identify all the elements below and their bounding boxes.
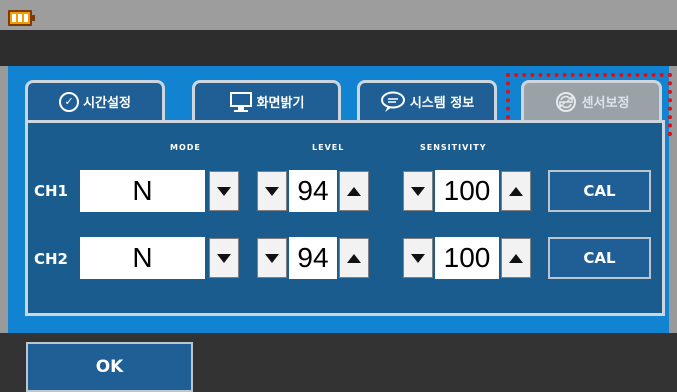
level-up-button[interactable] bbox=[339, 238, 369, 278]
chevron-down-icon bbox=[265, 186, 279, 196]
monitor-icon bbox=[229, 91, 252, 112]
calibration-panel bbox=[25, 120, 665, 316]
level-value: 94 bbox=[289, 170, 337, 212]
level-down-button[interactable] bbox=[257, 171, 287, 211]
tab-time-settings[interactable]: ✓ 시간설정 bbox=[25, 80, 165, 120]
sensitivity-value: 100 bbox=[435, 237, 499, 279]
chevron-down-icon bbox=[265, 253, 279, 263]
level-up-button[interactable] bbox=[339, 171, 369, 211]
tab-screen-brightness[interactable]: 화면밝기 bbox=[192, 80, 341, 120]
chevron-down-icon bbox=[217, 253, 231, 263]
chevron-down-icon bbox=[217, 186, 231, 196]
column-header-sensitivity: SENSITIVITY bbox=[420, 143, 487, 152]
chevron-up-icon bbox=[509, 253, 523, 263]
sensitivity-value: 100 bbox=[435, 170, 499, 212]
cal-button[interactable]: CAL bbox=[548, 170, 651, 212]
chevron-down-icon bbox=[411, 186, 425, 196]
tab-label: 시스템 정보 bbox=[409, 96, 475, 111]
column-header-level: LEVEL bbox=[312, 143, 345, 152]
tab-system-info[interactable]: 시스템 정보 bbox=[357, 80, 497, 120]
chevron-up-icon bbox=[509, 186, 523, 196]
header-band bbox=[0, 30, 677, 66]
sensitivity-down-button[interactable] bbox=[403, 238, 433, 278]
column-header-mode: MODE bbox=[170, 143, 201, 152]
status-bar bbox=[0, 0, 677, 30]
channel-label: CH1 bbox=[34, 182, 68, 200]
mode-field[interactable]: N bbox=[80, 170, 205, 212]
chevron-up-icon bbox=[347, 186, 361, 196]
mode-field[interactable]: N bbox=[80, 237, 205, 279]
level-down-button[interactable] bbox=[257, 238, 287, 278]
ok-button[interactable]: OK bbox=[26, 342, 193, 392]
sensitivity-down-button[interactable] bbox=[403, 171, 433, 211]
chevron-down-icon bbox=[411, 253, 425, 263]
sensitivity-up-button[interactable] bbox=[501, 171, 531, 211]
channel-label: CH2 bbox=[34, 250, 68, 268]
mode-down-button[interactable] bbox=[209, 171, 239, 211]
tab-label: 시간설정 bbox=[83, 96, 131, 111]
clock-icon: ✓ bbox=[59, 91, 80, 112]
level-value: 94 bbox=[289, 237, 337, 279]
cal-button[interactable]: CAL bbox=[548, 237, 651, 279]
battery-icon bbox=[8, 10, 35, 26]
speech-bubble-icon bbox=[380, 91, 405, 112]
sensitivity-up-button[interactable] bbox=[501, 238, 531, 278]
mode-down-button[interactable] bbox=[209, 238, 239, 278]
tab-label: 화면밝기 bbox=[256, 96, 305, 111]
chevron-up-icon bbox=[347, 253, 361, 263]
